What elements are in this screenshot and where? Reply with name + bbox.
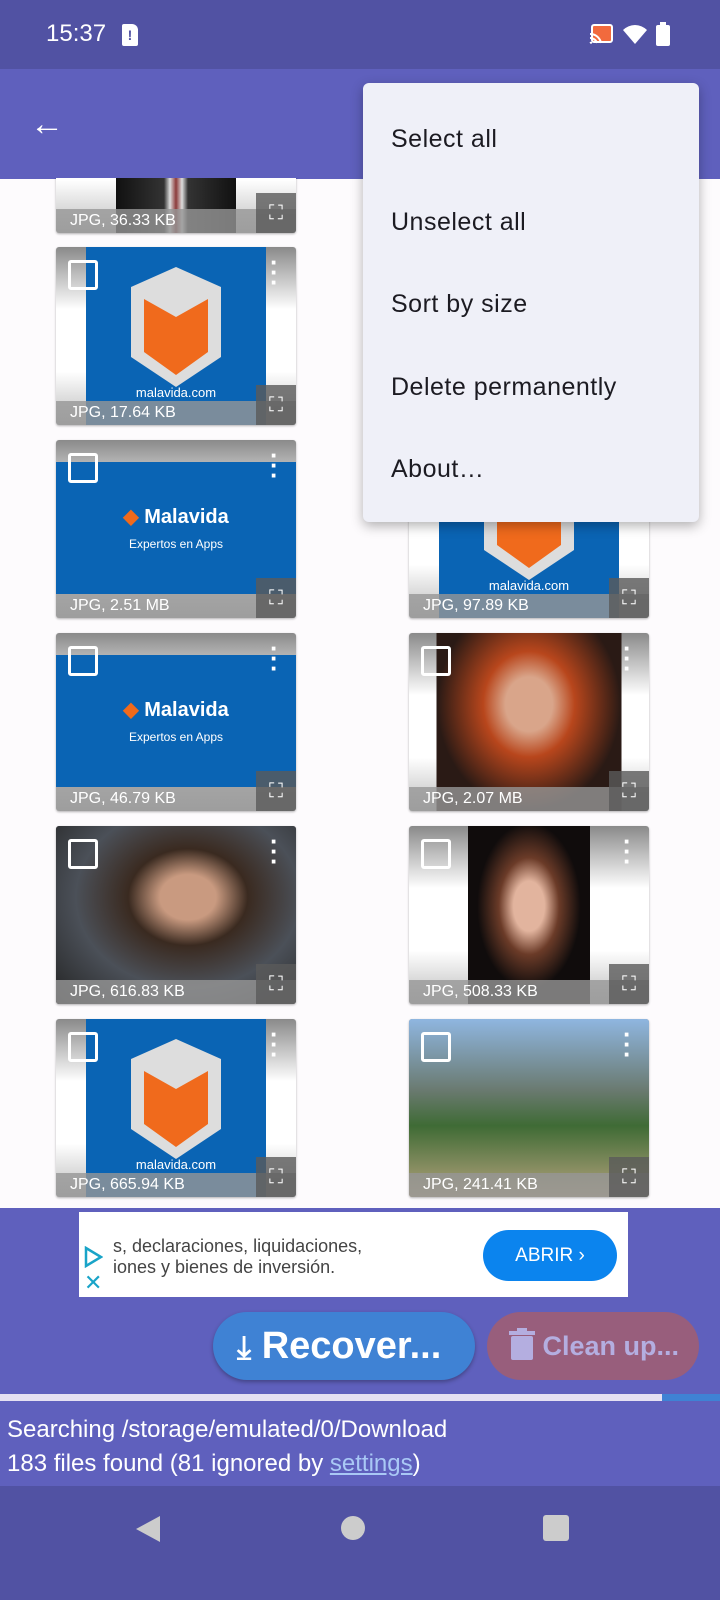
fullscreen-icon[interactable]: ⛶ (256, 385, 296, 425)
select-checkbox[interactable] (68, 1032, 98, 1062)
settings-link[interactable]: settings (330, 1450, 413, 1477)
thumbnail-portrait-redhead (436, 633, 622, 811)
ad-text-line2: iones y bienes de inversión. (113, 1257, 336, 1277)
more-options-icon[interactable]: ··· (270, 635, 279, 681)
thumbnail-malavida-logo: malavida.com (86, 247, 266, 425)
sim-alert-icon: ! (122, 24, 138, 46)
nav-home-icon[interactable] (340, 1515, 366, 1541)
file-card[interactable]: · · · JPG, 616.83 KB ⛶ (56, 826, 296, 1004)
search-status: Searching /storage/emulated/0/Download (7, 1416, 448, 1443)
menu-item-unselect-all[interactable]: Unselect all (363, 181, 699, 264)
back-arrow-icon[interactable]: ← (30, 105, 64, 144)
menu-item-sort-by-size[interactable]: Sort by size (363, 263, 699, 346)
select-checkbox[interactable] (68, 646, 98, 676)
more-options-icon[interactable]: ··· (270, 249, 279, 295)
file-card[interactable]: · · · JPG, 2.07 MB ⛶ (409, 633, 649, 811)
file-card[interactable]: ···JPG, 36.33 KB⛶ (56, 178, 296, 233)
more-options-icon[interactable]: ··· (270, 1021, 279, 1067)
ad-banner[interactable]: ✕ s, declaraciones, liquidaciones, iones … (79, 1212, 628, 1297)
scan-progress-bar (0, 1394, 720, 1401)
file-card[interactable]: malavida.com · · · JPG, 665.94 KB ⛶ (56, 1019, 296, 1197)
file-card[interactable]: ◆ Malavida Expertos en Apps · · · JPG, 2.51 M… (56, 440, 296, 618)
select-checkbox[interactable] (68, 453, 98, 483)
fullscreen-icon[interactable]: ⛶ (609, 964, 649, 1004)
more-options-icon[interactable]: ··· (623, 828, 632, 874)
fullscreen-icon[interactable]: ⛶ (256, 1157, 296, 1197)
more-options-icon[interactable]: ··· (623, 635, 632, 681)
select-checkbox[interactable] (421, 839, 451, 869)
clean-up-button[interactable]: Clean up... (487, 1312, 699, 1380)
trash-icon (509, 1328, 535, 1360)
file-card[interactable]: ◆ Malavida Expertos en Apps · · · JPG, 46.79 … (56, 633, 296, 811)
menu-item-about[interactable]: About… (363, 428, 699, 511)
fullscreen-icon[interactable]: ⛶ (256, 771, 296, 811)
file-card[interactable]: · · · JPG, 508.33 KB ⛶ (409, 826, 649, 1004)
menu-item-select-all[interactable]: Select all (363, 98, 699, 181)
battery-icon (656, 22, 670, 46)
fullscreen-icon[interactable]: ⛶ (256, 193, 296, 233)
ad-choices-icon[interactable] (83, 1246, 103, 1268)
svg-text:malavida.com: malavida.com (136, 1157, 216, 1172)
clean-up-label: Clean up... (542, 1331, 680, 1361)
thumbnail-portrait-flower-crown (468, 826, 590, 1004)
select-checkbox[interactable] (421, 1032, 451, 1062)
select-checkbox[interactable] (421, 646, 451, 676)
recover-button[interactable]: ⤓ Recover... (213, 1312, 475, 1380)
ad-text-line1: s, declaraciones, liquidaciones, (113, 1236, 363, 1256)
ad-close-icon[interactable]: ✕ (84, 1270, 102, 1296)
cast-icon (589, 24, 613, 44)
menu-item-delete-permanently[interactable]: Delete permanently (363, 346, 699, 429)
thumbnail-malavida-logo: malavida.com (86, 1019, 266, 1197)
select-checkbox[interactable] (68, 260, 98, 290)
status-bar: 15:37 ! (0, 0, 720, 69)
overflow-menu: Select all Unselect all Sort by size Del… (363, 83, 699, 522)
recover-label: Recover... (261, 1325, 442, 1367)
bottom-panel: ✕ s, declaraciones, liquidaciones, iones … (0, 1208, 720, 1486)
files-found-status: 183 files found (81 ignored by settings) (7, 1450, 421, 1477)
fullscreen-icon[interactable]: ⛶ (256, 964, 296, 1004)
wifi-icon (623, 25, 647, 44)
download-icon: ⤓ (237, 1329, 252, 1365)
ad-open-button[interactable]: ABRIR › (483, 1230, 617, 1281)
select-checkbox[interactable] (68, 839, 98, 869)
clock: 15:37 (46, 20, 107, 47)
more-options-icon[interactable]: ··· (270, 442, 279, 488)
fullscreen-icon[interactable]: ⛶ (609, 1157, 649, 1197)
fullscreen-icon[interactable]: ⛶ (256, 578, 296, 618)
nav-recents-icon[interactable] (543, 1515, 569, 1541)
navigation-bar (0, 1486, 720, 1600)
file-card[interactable]: · · · JPG, 241.41 KB ⛶ (409, 1019, 649, 1197)
svg-text:malavida.com: malavida.com (489, 578, 569, 593)
fullscreen-icon[interactable]: ⛶ (609, 771, 649, 811)
svg-text:malavida.com: malavida.com (136, 385, 216, 400)
more-options-icon[interactable]: ··· (270, 828, 279, 874)
nav-back-icon[interactable] (134, 1514, 162, 1544)
fullscreen-icon[interactable]: ⛶ (609, 578, 649, 618)
more-options-icon[interactable]: ··· (623, 1021, 632, 1067)
file-card[interactable]: malavida.com · · · JPG, 17.64 KB ⛶ (56, 247, 296, 425)
